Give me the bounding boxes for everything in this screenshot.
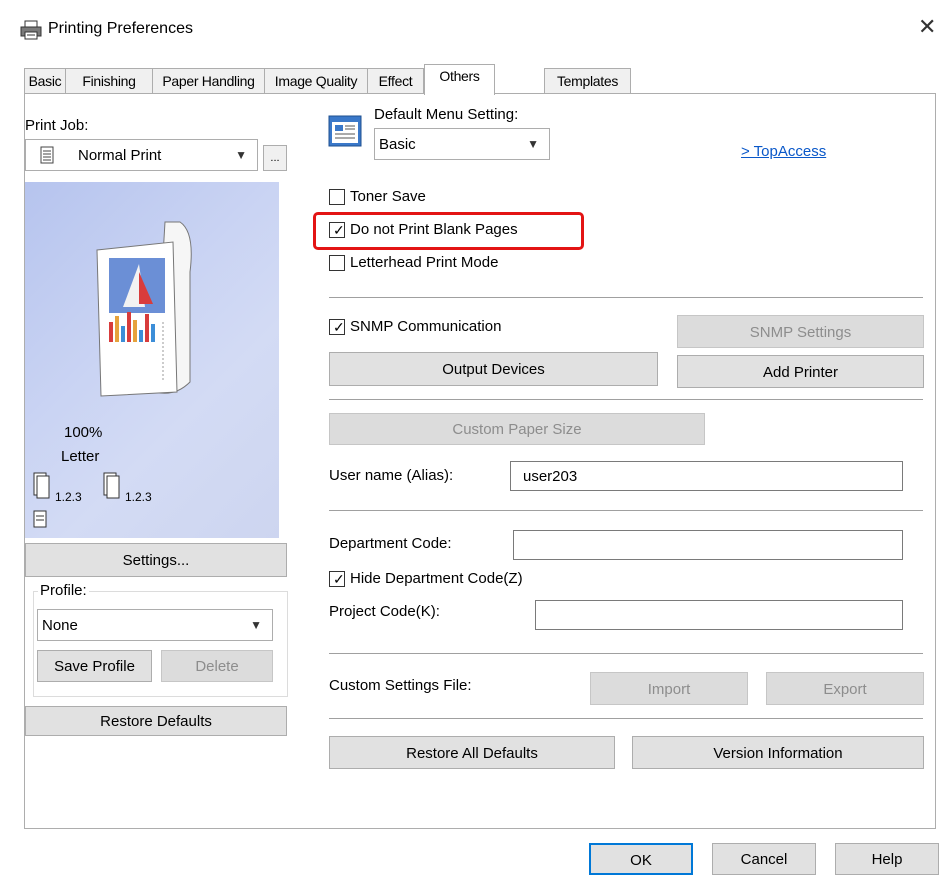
print-job-value: Normal Print [78,147,162,164]
single-page-icon [33,510,47,528]
divider [329,297,923,298]
username-field[interactable]: user203 [510,461,903,491]
divider [329,399,923,400]
divider [329,653,923,654]
snmp-settings-button[interactable]: SNMP Settings [677,315,924,348]
collate-label-1: 1.2.3 [55,490,82,504]
profile-label: Profile: [38,582,89,599]
save-profile-button[interactable]: Save Profile [37,650,152,682]
letterhead-label[interactable]: Letterhead Print Mode [350,254,498,271]
menu-setting-icon [328,115,362,147]
chevron-down-icon: ▼ [235,148,247,162]
ok-button[interactable]: OK [589,843,693,875]
hide-department-checkbox[interactable]: ✓ [329,571,345,587]
restore-all-defaults-button[interactable]: Restore All Defaults [329,736,615,769]
snmp-label[interactable]: SNMP Communication [350,318,501,335]
export-button[interactable]: Export [766,672,924,705]
help-button[interactable]: Help [835,843,939,875]
department-code-field[interactable] [513,530,903,560]
collate-label-2: 1.2.3 [125,490,152,504]
output-devices-button[interactable]: Output Devices [329,352,658,386]
import-button[interactable]: Import [590,672,748,705]
chevron-down-icon: ▼ [250,618,262,632]
highlight-box [313,212,584,250]
checkmark-icon: ✓ [333,319,345,335]
toner-save-label[interactable]: Toner Save [350,188,426,205]
custom-settings-file-label: Custom Settings File: [329,677,472,694]
hide-department-label[interactable]: Hide Department Code(Z) [350,570,523,587]
chevron-down-icon: ▼ [527,137,539,151]
letterhead-checkbox[interactable] [329,255,345,271]
default-menu-label: Default Menu Setting: [374,106,519,123]
snmp-checkbox[interactable]: ✓ [329,319,345,335]
add-printer-button[interactable]: Add Printer [677,355,924,388]
divider [329,718,923,719]
divider [329,510,923,511]
settings-button[interactable]: Settings... [25,543,287,577]
default-menu-value: Basic [379,136,416,153]
collate-icon [103,472,120,499]
cancel-button[interactable]: Cancel [712,843,816,875]
collate-icon [33,472,50,499]
project-code-label: Project Code(K): [329,603,440,620]
preview-paper: Letter [61,448,100,465]
topaccess-link[interactable]: > TopAccess [741,143,826,160]
version-information-button[interactable]: Version Information [632,736,924,769]
default-menu-select[interactable]: Basic ▼ [374,128,550,160]
profile-select[interactable]: None ▼ [37,609,273,641]
toner-save-checkbox[interactable] [329,189,345,205]
checkmark-icon: ✓ [333,571,345,587]
document-icon [40,146,54,164]
content: Print Job: Normal Print ▼ ... 100% Lette… [0,0,945,883]
document-preview-icon [96,221,192,397]
custom-paper-size-button[interactable]: Custom Paper Size [329,413,705,445]
print-preview: 100% Letter 1.2.3 1.2.3 [25,182,279,538]
profile-value: None [42,617,78,634]
delete-button[interactable]: Delete [161,650,273,682]
preview-zoom: 100% [64,424,103,441]
username-label: User name (Alias): [329,467,454,484]
print-job-label: Print Job: [25,117,89,134]
print-job-select[interactable]: Normal Print ▼ [25,139,258,171]
more-button[interactable]: ... [263,145,287,171]
restore-defaults-button[interactable]: Restore Defaults [25,706,287,736]
project-code-field[interactable] [535,600,903,630]
department-code-label: Department Code: [329,535,452,552]
